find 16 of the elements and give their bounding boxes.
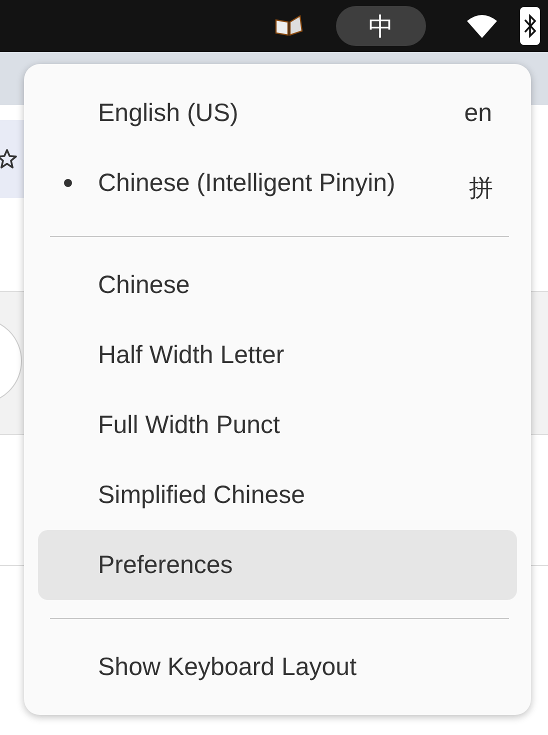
layout-indicator: en [464, 98, 492, 128]
layout-indicator: 拼 [469, 173, 493, 204]
menu-item[interactable]: Chinese [38, 250, 517, 320]
menu-item[interactable]: Chinese (Intelligent Pinyin) 拼 [38, 148, 517, 218]
book-icon[interactable] [274, 15, 304, 37]
bluetooth-icon[interactable] [520, 7, 540, 45]
wifi-icon[interactable] [466, 13, 498, 39]
menu-item[interactable]: English (US) en [38, 78, 517, 148]
menu-item[interactable]: Full Width Punct [38, 390, 517, 460]
menu-item[interactable]: Show Keyboard Layout [38, 632, 517, 702]
menu-item[interactable]: Half Width Letter [38, 320, 517, 390]
star-icon[interactable] [0, 149, 17, 169]
address-bar[interactable] [0, 120, 24, 198]
menu-item[interactable]: Preferences [38, 530, 517, 600]
menu-item[interactable]: Simplified Chinese [38, 460, 517, 530]
input-method-indicator[interactable]: 中 [336, 6, 426, 46]
